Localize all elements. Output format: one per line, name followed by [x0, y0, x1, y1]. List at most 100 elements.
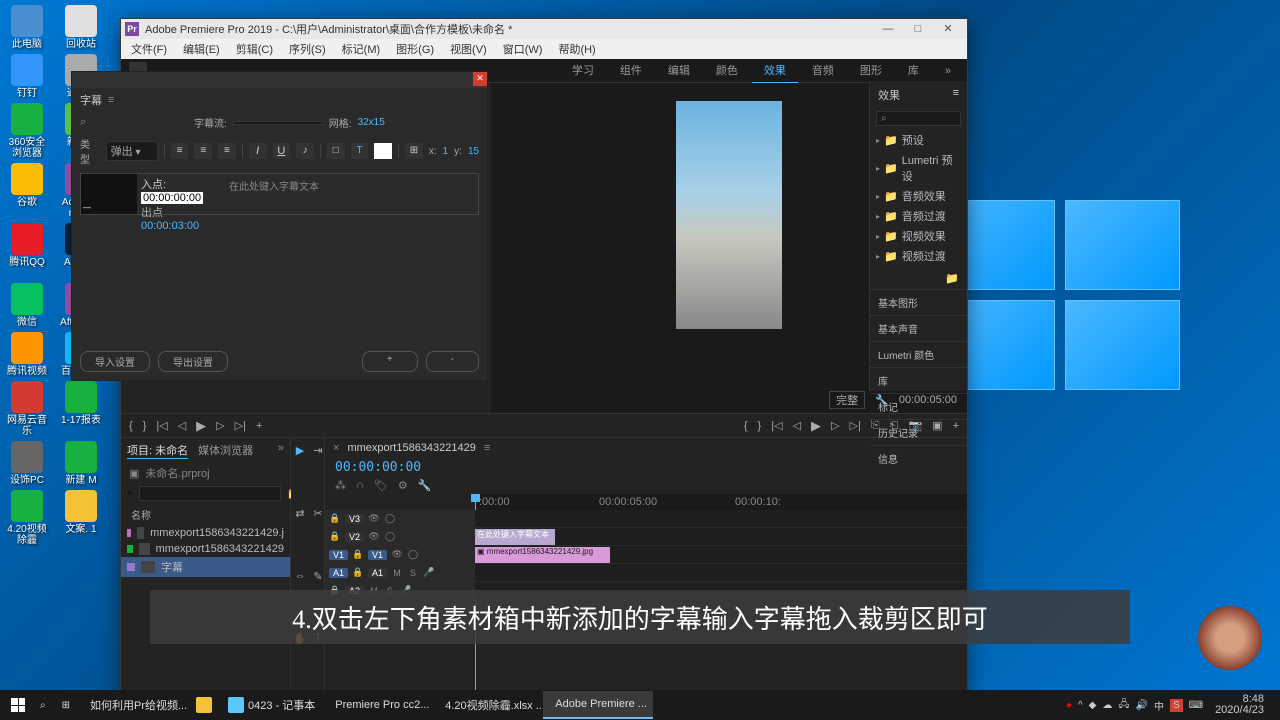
- text-color-button[interactable]: T: [351, 143, 369, 159]
- link-icon[interactable]: ∩: [356, 479, 364, 492]
- tray-ime-icon[interactable]: 中: [1154, 698, 1164, 713]
- desktop-icon[interactable]: 1-17报表: [59, 381, 103, 437]
- tray-cloud-icon[interactable]: ☁: [1102, 700, 1112, 711]
- solo-icon[interactable]: S: [407, 568, 419, 578]
- track-body[interactable]: ▣ mmexport1586343221429.jpg: [475, 546, 967, 563]
- desktop-icon[interactable]: 钉钉: [5, 54, 49, 99]
- stream-select[interactable]: [233, 121, 323, 125]
- step-back2-button[interactable]: ◁: [793, 419, 801, 432]
- workspace-tab[interactable]: 图形: [848, 58, 894, 84]
- selection-tool[interactable]: ▶: [293, 444, 307, 458]
- workspace-tab[interactable]: 音频: [800, 58, 846, 84]
- italic-button[interactable]: I: [249, 143, 267, 159]
- taskbar-task[interactable]: 0423 - 记事本: [220, 691, 323, 719]
- taskbar-task[interactable]: [188, 691, 220, 719]
- effects-folder[interactable]: ▸📁音频效果: [870, 186, 967, 206]
- menu-item[interactable]: 帮助(H): [552, 39, 601, 59]
- side-panel[interactable]: 历史记录: [870, 419, 967, 445]
- menu-item[interactable]: 序列(S): [283, 39, 332, 59]
- desktop-icon[interactable]: 文案. 1: [59, 490, 103, 546]
- effects-folder[interactable]: ▸📁Lumetri 预设: [870, 150, 967, 186]
- project-item[interactable]: mmexport1586343221429.j: [121, 525, 290, 541]
- underline-button[interactable]: U: [273, 143, 291, 159]
- in-timecode[interactable]: 00:00:00:00: [141, 192, 203, 204]
- workspace-tab[interactable]: 颜色: [704, 58, 750, 84]
- desktop-icon[interactable]: 此电脑: [5, 5, 49, 50]
- align-left-button[interactable]: ≡: [171, 143, 189, 159]
- effects-search[interactable]: ⌕: [876, 111, 961, 126]
- lock-icon[interactable]: 🔒: [352, 549, 364, 560]
- source-patch[interactable]: A1: [329, 568, 348, 578]
- effects-folder[interactable]: ▸📁音频过渡: [870, 206, 967, 226]
- razor-tool[interactable]: ✂: [311, 507, 325, 521]
- add-subtitle-button[interactable]: +: [362, 351, 418, 372]
- effects-folder[interactable]: ▸📁视频过渡: [870, 246, 967, 266]
- menu-item[interactable]: 文件(F): [125, 39, 173, 59]
- more-workspaces[interactable]: »: [937, 65, 959, 77]
- menu-item[interactable]: 标记(M): [336, 39, 387, 59]
- project-item[interactable]: 字幕: [121, 557, 290, 577]
- side-panel[interactable]: 基本图形: [870, 289, 967, 315]
- tray-chevron-up-icon[interactable]: ^: [1078, 700, 1083, 711]
- minimize-button[interactable]: —: [873, 20, 903, 38]
- desktop-icon[interactable]: 腾讯视频: [5, 332, 49, 377]
- search-button[interactable]: ⌕: [32, 691, 54, 719]
- tray-input-icon[interactable]: S: [1170, 699, 1183, 712]
- side-panel[interactable]: 库: [870, 367, 967, 393]
- desktop-icon[interactable]: 回收站: [59, 5, 103, 50]
- go-in2-button[interactable]: |◁: [771, 419, 782, 432]
- source-patch[interactable]: V1: [329, 550, 348, 560]
- track-body[interactable]: 在此处键入字幕文本: [475, 528, 967, 545]
- eye-icon[interactable]: 👁: [368, 513, 380, 524]
- snap-icon[interactable]: ⁂: [335, 479, 346, 492]
- play2-button[interactable]: ▶: [811, 418, 821, 434]
- tray-keyboard-icon[interactable]: ⌨: [1189, 700, 1203, 711]
- track-target[interactable]: V3: [345, 514, 364, 524]
- quality-select[interactable]: 完整: [829, 391, 865, 409]
- maximize-button[interactable]: □: [903, 20, 933, 38]
- slip-tool[interactable]: ⇔: [293, 570, 307, 584]
- taskbar-task[interactable]: 如何利用Pr给视频...: [78, 691, 188, 719]
- effects-folder[interactable]: ▸📁预设: [870, 130, 967, 150]
- side-panel[interactable]: Lumetri 颜色: [870, 341, 967, 367]
- timeline-ruler[interactable]: :00:00 00:00:05:00 00:00:10:: [475, 494, 967, 510]
- project-tab[interactable]: 项目: 未命名: [127, 442, 188, 459]
- go-out2-button[interactable]: ▷|: [850, 419, 861, 432]
- sync-icon[interactable]: ◯: [407, 549, 419, 560]
- lock-icon[interactable]: 🔒: [329, 513, 341, 524]
- workspace-tab[interactable]: 学习: [560, 58, 606, 84]
- lock-icon[interactable]: 🔒: [329, 531, 341, 542]
- mark-out-button[interactable]: }: [143, 420, 147, 432]
- titlebar[interactable]: Pr Adobe Premiere Pro 2019 - C:\用户\Admin…: [121, 19, 967, 39]
- play-button[interactable]: ▶: [196, 418, 206, 434]
- menu-item[interactable]: 剪辑(C): [230, 39, 279, 59]
- project-item[interactable]: mmexport1586343221429: [121, 541, 290, 557]
- taskbar-task[interactable]: Adobe Premiere ...: [543, 691, 653, 719]
- tray-app-icon[interactable]: ◆: [1089, 700, 1097, 711]
- sync-icon[interactable]: ◯: [384, 531, 396, 542]
- desktop-icon[interactable]: 微信: [5, 283, 49, 328]
- sequence-name[interactable]: mmexport1586343221429: [347, 442, 475, 454]
- panel-close-button[interactable]: ✕: [473, 72, 487, 86]
- side-panel[interactable]: 标记: [870, 393, 967, 419]
- desktop-icon[interactable]: 4.20视频除霾: [5, 490, 49, 546]
- name-column[interactable]: 名称: [121, 504, 290, 525]
- taskbar-task[interactable]: 4.20视频除霾.xlsx ...: [433, 691, 543, 719]
- preview-canvas[interactable]: [676, 101, 782, 329]
- desktop-icon[interactable]: 360安全浏览器: [5, 103, 49, 159]
- mic-icon[interactable]: 🎤: [423, 567, 435, 578]
- tray-network-icon[interactable]: 🖧: [1118, 697, 1129, 714]
- wrench-icon[interactable]: 🔧: [418, 479, 432, 492]
- track-body[interactable]: [475, 510, 967, 527]
- menu-item[interactable]: 视图(V): [444, 39, 493, 59]
- mark-in-button[interactable]: {: [129, 420, 133, 432]
- desktop-icon[interactable]: 新建 M: [59, 441, 103, 486]
- remove-subtitle-button[interactable]: -: [426, 351, 479, 372]
- font-select[interactable]: 弹出 ▾: [106, 141, 158, 161]
- workspace-tab[interactable]: 库: [896, 58, 931, 84]
- mark-in2-button[interactable]: {: [744, 420, 748, 432]
- step-fwd-button[interactable]: ▷: [216, 419, 224, 432]
- go-out-button[interactable]: ▷|: [235, 419, 246, 432]
- track-select-tool[interactable]: ⇥: [311, 444, 325, 458]
- eye-icon[interactable]: 👁: [391, 549, 403, 560]
